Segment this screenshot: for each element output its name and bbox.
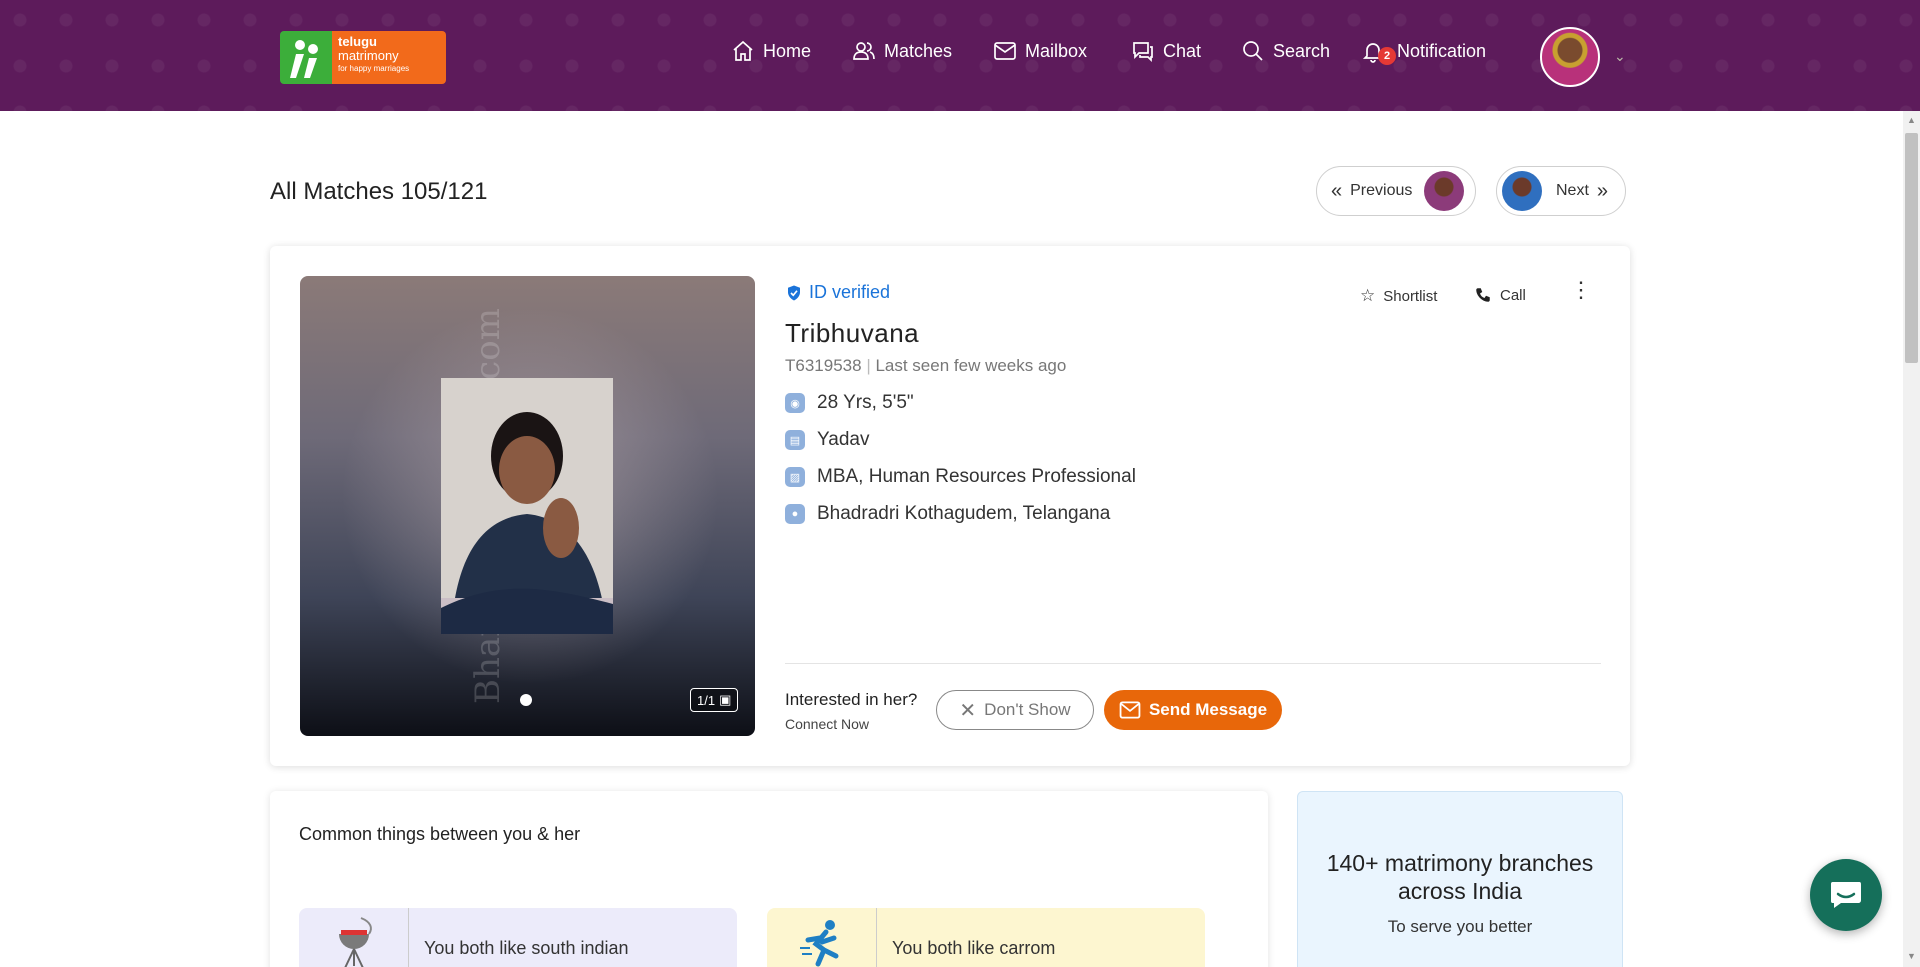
fact-age-height: ◉ 28 Yrs, 5'5"	[785, 392, 914, 414]
mail-icon	[994, 42, 1016, 60]
nav-notification-label: Notification	[1397, 40, 1487, 61]
grill-icon	[299, 908, 409, 967]
next-profile-button[interactable]: Next »	[1496, 166, 1626, 216]
phone-icon	[1476, 288, 1490, 302]
branches-promo-card: 140+ matrimony branches across India To …	[1297, 791, 1623, 967]
chevron-down-icon[interactable]: ⌄	[1614, 48, 1626, 65]
users-icon	[853, 42, 875, 60]
nav-chat[interactable]: Chat	[1131, 36, 1201, 66]
gallery-icon: ▣	[719, 692, 732, 707]
nav-mailbox-label: Mailbox	[1025, 40, 1088, 61]
chat-support-button[interactable]	[1810, 859, 1882, 931]
fact-education: ▨ MBA, Human Resources Professional	[785, 466, 1136, 488]
interest-subtext: Connect Now	[785, 716, 870, 732]
logo-mark-icon	[280, 31, 332, 84]
notification-count-badge: 2	[1378, 47, 1396, 65]
common-item: You both like carrom	[767, 908, 1205, 967]
runner-icon	[767, 908, 877, 967]
common-item-text: You both like carrom	[892, 938, 1056, 958]
user-avatar[interactable]	[1540, 27, 1600, 87]
fact-caste-text: Yadav	[817, 429, 870, 450]
chat-bubble-icon	[1831, 882, 1861, 908]
photo-count-text: 1/1	[697, 692, 716, 708]
fact-age-height-text: 28 Yrs, 5'5"	[817, 392, 914, 413]
scroll-down-icon[interactable]: ▼	[1907, 951, 1916, 961]
nav-search-label: Search	[1273, 40, 1331, 61]
next-label: Next	[1556, 182, 1589, 199]
nav-home[interactable]: Home	[731, 36, 811, 66]
nav-matches-label: Matches	[884, 40, 953, 61]
nav-mailbox[interactable]: Mailbox	[993, 36, 1087, 66]
branches-subtitle: To serve you better	[1387, 917, 1533, 936]
top-navigation-bar: telugu matrimony for happy marriages Hom…	[0, 0, 1920, 111]
nav-matches[interactable]: Matches	[852, 36, 952, 66]
home-icon	[733, 40, 753, 61]
fact-education-text: MBA, Human Resources Professional	[817, 466, 1136, 487]
branches-title: 140+ matrimony branches across India	[1326, 850, 1594, 904]
divider	[785, 663, 1601, 664]
scroll-up-icon[interactable]: ▲	[1907, 115, 1916, 125]
send-message-button[interactable]: Send Message	[1104, 690, 1282, 730]
logo-text: telugu matrimony for happy marriages	[332, 31, 446, 84]
nav-chat-label: Chat	[1163, 40, 1202, 61]
fact-caste: ▤ Yadav	[785, 429, 869, 451]
page-title: All Matches 105/121	[270, 178, 488, 205]
nav-search[interactable]: Search	[1241, 36, 1330, 66]
telugu-matrimony-logo[interactable]: telugu matrimony for happy marriages	[280, 31, 446, 84]
dont-show-label: Don't Show	[984, 700, 1071, 719]
caste-icon: ▤	[785, 430, 805, 450]
fact-location-text: Bhadradri Kothagudem, Telangana	[817, 503, 1111, 524]
previous-profile-button[interactable]: « Previous	[1316, 166, 1476, 216]
nav-notification[interactable]: 2 Notification	[1361, 36, 1486, 66]
double-chevron-left-icon: «	[1331, 179, 1343, 202]
education-icon: ▨	[785, 467, 805, 487]
search-icon	[1243, 41, 1263, 61]
last-seen: Last seen few weeks ago	[875, 356, 1067, 375]
profile-id: T6319538	[785, 356, 862, 375]
previous-label: Previous	[1350, 182, 1413, 199]
logo-tagline: for happy marriages	[338, 64, 410, 73]
call-label: Call	[1500, 286, 1526, 304]
more-options-icon[interactable]: ⋮	[1570, 279, 1592, 301]
slide-indicator-dot[interactable]	[520, 694, 532, 706]
fact-location: ● Bhadradri Kothagudem, Telangana	[785, 503, 1110, 525]
mail-icon	[1119, 701, 1141, 719]
call-button[interactable]: Call	[1474, 286, 1526, 304]
profile-meta: T6319538 | Last seen few weeks ago	[785, 356, 1067, 375]
profile-photo[interactable]	[441, 378, 613, 634]
page-scrollbar[interactable]: ▲ ▼	[1903, 111, 1920, 967]
previous-profile-thumbnail	[1424, 171, 1465, 211]
profile-card: Bharat Matrimony.com 1/1 ▣ ID verified T…	[270, 246, 1630, 766]
photo-count-badge[interactable]: 1/1 ▣	[690, 688, 739, 712]
common-interests-card: Common things between you & her You both…	[270, 791, 1268, 967]
double-chevron-right-icon: »	[1596, 179, 1609, 202]
verified-shield-icon	[788, 285, 800, 300]
star-icon: ☆	[1360, 286, 1376, 305]
logo-line-1: telugu	[338, 34, 377, 49]
send-message-label: Send Message	[1148, 700, 1268, 719]
location-icon: ●	[785, 504, 805, 524]
chat-icon	[1133, 42, 1153, 63]
common-interests-title: Common things between you & her	[299, 824, 581, 844]
common-item: You both like south indian	[299, 908, 737, 967]
profile-photo-viewer[interactable]: Bharat Matrimony.com 1/1 ▣	[300, 276, 755, 736]
next-profile-thumbnail	[1502, 171, 1542, 211]
common-item-text: You both like south indian	[424, 938, 629, 958]
id-verified-label: ID verified	[809, 282, 891, 302]
close-icon: ✕	[959, 699, 977, 722]
dont-show-button[interactable]: ✕ Don't Show	[936, 690, 1094, 730]
shortlist-button[interactable]: ☆ Shortlist	[1360, 286, 1437, 306]
age-height-icon: ◉	[785, 393, 805, 413]
profile-name: Tribhuvana	[785, 318, 920, 348]
shortlist-label: Shortlist	[1383, 287, 1438, 305]
interest-question: Interested in her?	[785, 690, 918, 709]
scrollbar-thumb[interactable]	[1905, 133, 1918, 363]
id-verified-badge: ID verified	[785, 282, 890, 303]
logo-line-2: matrimony	[338, 48, 399, 63]
nav-home-label: Home	[763, 40, 812, 61]
